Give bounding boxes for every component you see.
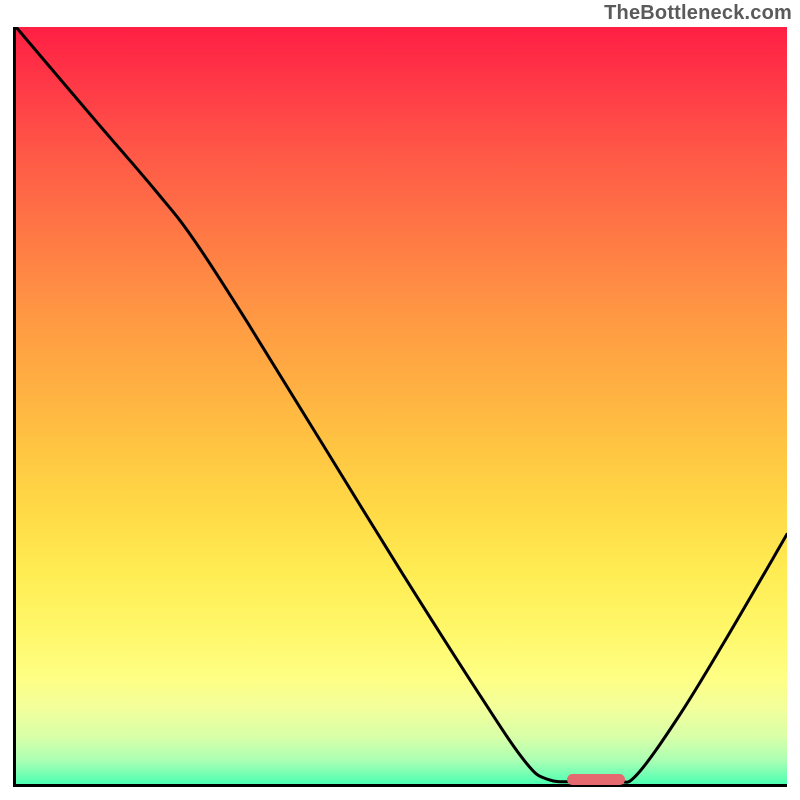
plot-area: [13, 27, 787, 787]
gradient-background: [16, 27, 787, 784]
watermark-text: TheBottleneck.com: [604, 2, 792, 25]
optimal-range-marker: [567, 774, 625, 785]
